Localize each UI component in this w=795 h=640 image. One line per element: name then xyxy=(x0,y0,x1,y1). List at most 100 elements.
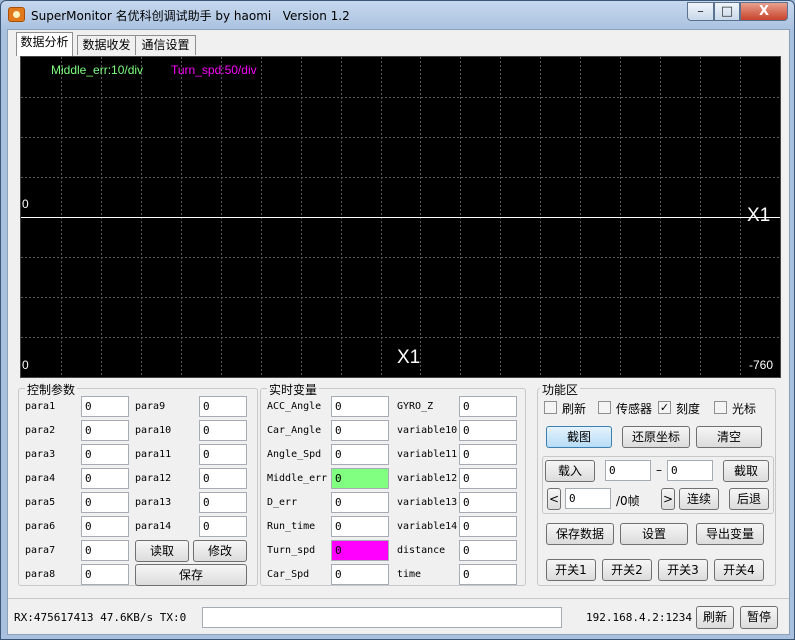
scope-grid xyxy=(21,57,780,377)
param-label: para10 xyxy=(135,425,172,436)
param-label: para8 xyxy=(25,569,56,580)
x-axis-label: X1 xyxy=(397,347,421,368)
param-label: para6 xyxy=(25,521,56,532)
rx-status: RX:475617413 47.6KB/s TX:0 xyxy=(14,611,187,624)
var-value: 0 xyxy=(459,468,517,489)
checkbox[interactable] xyxy=(598,401,611,414)
param-input[interactable]: 0 xyxy=(199,396,247,417)
functions-group: 功能区 刷新 传感器 ✓ 刻度 光标 截图 还原坐标 清空 载入 0 – 0 截取 < … xyxy=(537,381,776,586)
minimize-button[interactable]: – xyxy=(687,2,714,21)
continuous-button[interactable]: 连续 xyxy=(679,488,719,510)
tab-data-analysis[interactable]: 数据分析 xyxy=(16,32,73,56)
var-label: distance xyxy=(397,545,446,556)
save-params-button[interactable]: 保存 xyxy=(135,564,247,586)
next-frame-button[interactable]: > xyxy=(661,488,675,510)
back-button[interactable]: 后退 xyxy=(729,488,769,510)
control-params-title: 控制参数 xyxy=(25,381,78,398)
scope-display[interactable]: Middle_err:10/div Turn_spd:50/div 0 0 X1… xyxy=(20,56,781,378)
load-button[interactable]: 载入 xyxy=(545,460,595,482)
frame-input[interactable]: 0 xyxy=(565,488,611,509)
var-label: Car_Angle xyxy=(267,425,322,436)
legend-turn-spd: Turn_spd:50/div xyxy=(171,63,257,77)
modify-button[interactable]: 修改 xyxy=(193,540,247,562)
range-dash: – xyxy=(656,463,662,477)
close-button[interactable]: X xyxy=(740,2,788,21)
switch-2-button[interactable]: 开关2 xyxy=(602,559,652,581)
param-input[interactable]: 0 xyxy=(81,396,129,417)
control-params-group: 控制参数 para1 0 para2 0 para3 0 para4 0 para5 0 para6… xyxy=(18,381,258,586)
param-input[interactable]: 0 xyxy=(81,564,129,585)
checkbox[interactable] xyxy=(544,401,557,414)
range-from-input[interactable]: 0 xyxy=(605,460,651,481)
tab-data-transfer[interactable]: 数据收发 xyxy=(77,35,136,55)
param-input[interactable]: 0 xyxy=(81,492,129,513)
capture-button[interactable]: 截取 xyxy=(723,460,769,482)
export-vars-button[interactable]: 导出变量 xyxy=(696,523,764,545)
clear-button[interactable]: 清空 xyxy=(696,426,762,448)
param-label: para4 xyxy=(25,473,56,484)
param-input[interactable]: 0 xyxy=(81,516,129,537)
param-label: para13 xyxy=(135,497,172,508)
param-input[interactable]: 0 xyxy=(199,420,247,441)
legend-middle-err: Middle_err:10/div xyxy=(51,63,144,77)
checkbox[interactable] xyxy=(714,401,727,414)
x-end-label: -760 xyxy=(749,358,774,372)
right-axis-label: X1 xyxy=(747,205,771,226)
param-input[interactable]: 0 xyxy=(199,468,247,489)
title-bar[interactable]: SuperMonitor 名优科创调试助手 by haomi Version 1… xyxy=(1,1,794,29)
param-label: para5 xyxy=(25,497,56,508)
param-input[interactable]: 0 xyxy=(81,540,129,561)
var-label: variable12 xyxy=(397,473,458,484)
param-input[interactable]: 0 xyxy=(81,444,129,465)
main-window: SuperMonitor 名优科创调试助手 by haomi Version 1… xyxy=(0,0,795,640)
pause-button[interactable]: 暂停 xyxy=(740,606,778,629)
var-label: variable13 xyxy=(397,497,458,508)
checkbox[interactable]: ✓ xyxy=(658,401,671,414)
var-label: Middle_err xyxy=(267,473,328,484)
switch-3-button[interactable]: 开关3 xyxy=(658,559,708,581)
refresh-button[interactable]: 刷新 xyxy=(696,606,734,629)
var-label: Angle_Spd xyxy=(267,449,322,460)
ip-address: 192.168.4.2:1234 xyxy=(586,611,692,624)
param-label: para14 xyxy=(135,521,172,532)
var-label: Car_Spd xyxy=(267,569,310,580)
tab-comm-settings[interactable]: 通信设置 xyxy=(135,35,196,55)
param-input[interactable]: 0 xyxy=(81,468,129,489)
param-input[interactable]: 0 xyxy=(81,420,129,441)
var-label: Turn_spd xyxy=(267,545,316,556)
var-label: ACC_Angle xyxy=(267,401,322,412)
save-data-button[interactable]: 保存数据 xyxy=(546,523,614,545)
param-label: para11 xyxy=(135,449,172,460)
y-zero-label: 0 xyxy=(22,197,29,211)
realtime-vars-group: 实时变量 ACC_Angle 0 Car_Angle 0 Angle_Spd 0 Middl… xyxy=(260,381,526,586)
var-value: 0 xyxy=(459,516,517,537)
switch-4-button[interactable]: 开关4 xyxy=(714,559,764,581)
switch-1-button[interactable]: 开关1 xyxy=(546,559,596,581)
functions-title: 功能区 xyxy=(540,381,581,398)
param-input[interactable]: 0 xyxy=(199,444,247,465)
var-label: variable10 xyxy=(397,425,458,436)
param-label: para3 xyxy=(25,449,56,460)
var-label: D_err xyxy=(267,497,298,508)
y-bottom-label: 0 xyxy=(22,358,29,372)
client-area: 数据分析 数据收发 通信设置 Middle_err:10/div Turn_sp… xyxy=(7,29,790,635)
checkbox-label: 刷新 xyxy=(562,402,587,416)
var-label: time xyxy=(397,569,422,580)
param-input[interactable]: 0 xyxy=(199,492,247,513)
settings-button[interactable]: 设置 xyxy=(620,523,688,545)
var-value: 0 xyxy=(331,468,389,489)
param-input[interactable]: 0 xyxy=(199,516,247,537)
read-button[interactable]: 读取 xyxy=(135,540,189,562)
prev-frame-button[interactable]: < xyxy=(547,488,561,510)
var-label: variable14 xyxy=(397,521,458,532)
range-to-input[interactable]: 0 xyxy=(667,460,713,481)
var-label: variable11 xyxy=(397,449,458,460)
maximize-button[interactable]: □ xyxy=(714,2,740,21)
status-message-field[interactable] xyxy=(202,607,562,628)
checkbox-label: 传感器 xyxy=(616,402,653,416)
screenshot-button[interactable]: 截图 xyxy=(546,426,612,448)
restore-coords-button[interactable]: 还原坐标 xyxy=(622,426,690,448)
param-label: para9 xyxy=(135,401,166,412)
var-value: 0 xyxy=(459,420,517,441)
app-icon xyxy=(8,7,25,22)
